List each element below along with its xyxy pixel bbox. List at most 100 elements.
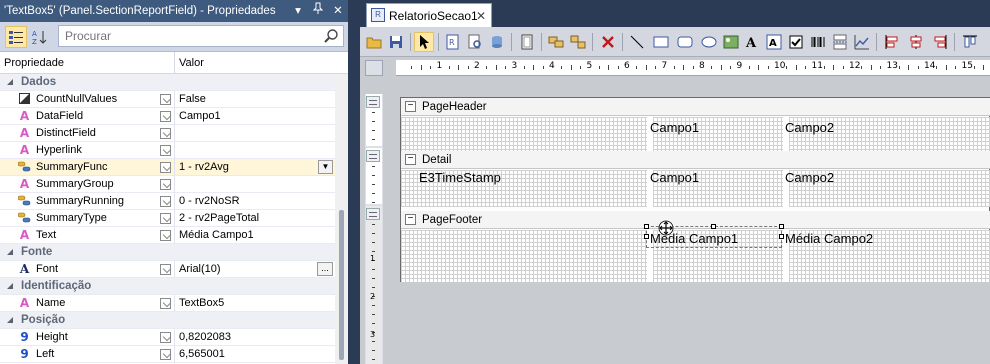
field-campo2[interactable]: Campo2 <box>785 170 834 186</box>
align-top-icon[interactable] <box>960 32 980 52</box>
property-value[interactable]: Média Campo1 <box>179 227 254 244</box>
property-value[interactable]: False <box>179 91 206 108</box>
open-icon[interactable] <box>364 32 384 52</box>
property-value[interactable]: TextBox5 <box>179 295 224 312</box>
binding-icon[interactable] <box>160 230 171 241</box>
section-resize-handle[interactable] <box>366 208 380 220</box>
collapse-triangle-icon[interactable] <box>6 316 14 324</box>
document-tab[interactable]: R RelatorioSecao1 ✕ <box>366 3 492 27</box>
resize-handle[interactable] <box>644 224 649 229</box>
ellipsis-button[interactable]: ... <box>317 262 333 276</box>
property-row[interactable]: A DataField Campo1 <box>0 108 335 125</box>
collapse-icon[interactable]: − <box>405 214 416 225</box>
binding-icon[interactable] <box>160 264 171 275</box>
group-icon[interactable] <box>546 32 566 52</box>
section-header-detail[interactable]: − Detail <box>401 151 990 169</box>
page-break-tool-icon[interactable] <box>830 32 850 52</box>
binding-icon[interactable] <box>160 298 171 309</box>
binding-icon[interactable] <box>160 162 171 173</box>
resize-handle[interactable] <box>644 234 649 239</box>
binding-icon[interactable] <box>160 196 171 207</box>
property-row[interactable]: A Hyperlink <box>0 142 335 159</box>
property-value[interactable]: 1 - rv2Avg <box>179 159 229 176</box>
resize-handle[interactable] <box>711 224 716 229</box>
ellipse-tool-icon[interactable] <box>699 32 719 52</box>
alphabetical-view-button[interactable]: A Z <box>29 26 51 48</box>
binding-icon[interactable] <box>160 111 171 122</box>
resize-handle[interactable] <box>779 224 784 229</box>
move-icon[interactable] <box>658 220 674 236</box>
property-row[interactable]: A DistinctField <box>0 125 335 142</box>
category-row[interactable]: Identificação <box>0 278 335 295</box>
ungroup-icon[interactable] <box>568 32 588 52</box>
property-row[interactable]: 9 Height 0,8202083 <box>0 329 335 346</box>
section-body-detail[interactable]: E3TimeStamp Campo1 Campo2 <box>401 170 990 207</box>
tab-close-icon[interactable]: ✕ <box>476 4 486 28</box>
align-right-icon[interactable] <box>930 32 950 52</box>
barcode-tool-icon[interactable] <box>808 32 828 52</box>
resize-handle[interactable] <box>779 234 784 239</box>
image-tool-icon[interactable] <box>721 32 741 52</box>
scrollbar-thumb[interactable] <box>339 210 344 360</box>
property-value[interactable]: 0,8202083 <box>179 329 231 346</box>
category-row[interactable]: Dados <box>0 74 335 91</box>
field-e3timestamp[interactable]: E3TimeStamp <box>419 170 501 186</box>
binding-icon[interactable] <box>160 145 171 156</box>
label-tool-icon[interactable]: A <box>742 32 762 52</box>
category-row[interactable]: Posição <box>0 312 335 329</box>
section-body-pagefooter[interactable]: Média Campo1 Média Campo2 <box>401 220 990 282</box>
field-campo1[interactable]: Campo1 <box>650 170 699 186</box>
align-left-icon[interactable] <box>882 32 902 52</box>
section-resize-handle[interactable] <box>366 96 380 108</box>
binding-icon[interactable] <box>160 128 171 139</box>
binding-icon[interactable] <box>160 179 171 190</box>
collapse-icon[interactable]: − <box>405 154 416 165</box>
close-icon[interactable]: ✕ <box>332 0 344 22</box>
page-setup-icon[interactable] <box>517 32 537 52</box>
property-value[interactable]: 2 - rv2PageTotal <box>179 210 259 227</box>
section-resize-handle[interactable] <box>366 150 380 162</box>
binding-icon[interactable] <box>160 332 171 343</box>
data-source-icon[interactable] <box>487 32 507 52</box>
property-row[interactable]: CountNullValues False <box>0 91 335 108</box>
property-row[interactable]: A SummaryGroup <box>0 176 335 193</box>
property-row[interactable]: SummaryRunning 0 - rv2NoSR <box>0 193 335 210</box>
binding-icon[interactable] <box>160 94 171 105</box>
checkbox-tool-icon[interactable] <box>786 32 806 52</box>
property-value[interactable]: Arial(10) <box>179 261 221 278</box>
property-value[interactable]: Campo1 <box>179 108 221 125</box>
property-row[interactable]: SummaryType 2 - rv2PageTotal <box>0 210 335 227</box>
categorized-view-button[interactable] <box>5 26 27 48</box>
collapse-triangle-icon[interactable] <box>6 248 14 256</box>
search-box[interactable] <box>58 25 344 47</box>
delete-icon[interactable] <box>598 32 618 52</box>
align-center-icon[interactable] <box>906 32 926 52</box>
field-campo2[interactable]: Campo2 <box>785 120 834 136</box>
property-row[interactable]: A Name TextBox5 <box>0 295 335 312</box>
report-properties-icon[interactable]: R <box>443 32 463 52</box>
property-grid-scrollbar[interactable] <box>335 74 348 364</box>
property-row[interactable]: 9 Left 6,565001 <box>0 346 335 363</box>
section-body-pageheader[interactable]: Campo1 Campo2 <box>401 117 990 151</box>
section-header-pageheader[interactable]: − PageHeader <box>401 98 990 116</box>
textbox-tool-icon[interactable]: A <box>764 32 784 52</box>
property-row[interactable]: SummaryFunc 1 - rv2Avg ▼ <box>0 159 335 176</box>
chart-tool-icon[interactable] <box>852 32 872 52</box>
property-row[interactable]: A Font Arial(10)... <box>0 261 335 278</box>
rectangle-tool-icon[interactable] <box>651 32 671 52</box>
dropdown-arrow-icon[interactable]: ▼ <box>318 160 333 174</box>
save-icon[interactable] <box>386 32 406 52</box>
collapse-triangle-icon[interactable] <box>6 78 14 86</box>
field-campo1[interactable]: Campo1 <box>650 120 699 136</box>
binding-icon[interactable] <box>160 213 171 224</box>
search-icon[interactable] <box>323 28 339 44</box>
pin-icon[interactable] <box>312 0 324 22</box>
binding-icon[interactable] <box>160 349 171 360</box>
dropdown-icon[interactable]: ▾ <box>292 0 304 22</box>
field-media-campo2[interactable]: Média Campo2 <box>785 231 873 247</box>
panel-splitter[interactable] <box>348 0 360 364</box>
property-value[interactable]: 0 - rv2NoSR <box>179 193 240 210</box>
line-tool-icon[interactable] <box>627 32 647 52</box>
property-value[interactable]: 6,565001 <box>179 346 225 363</box>
pointer-tool-icon[interactable] <box>414 32 434 52</box>
